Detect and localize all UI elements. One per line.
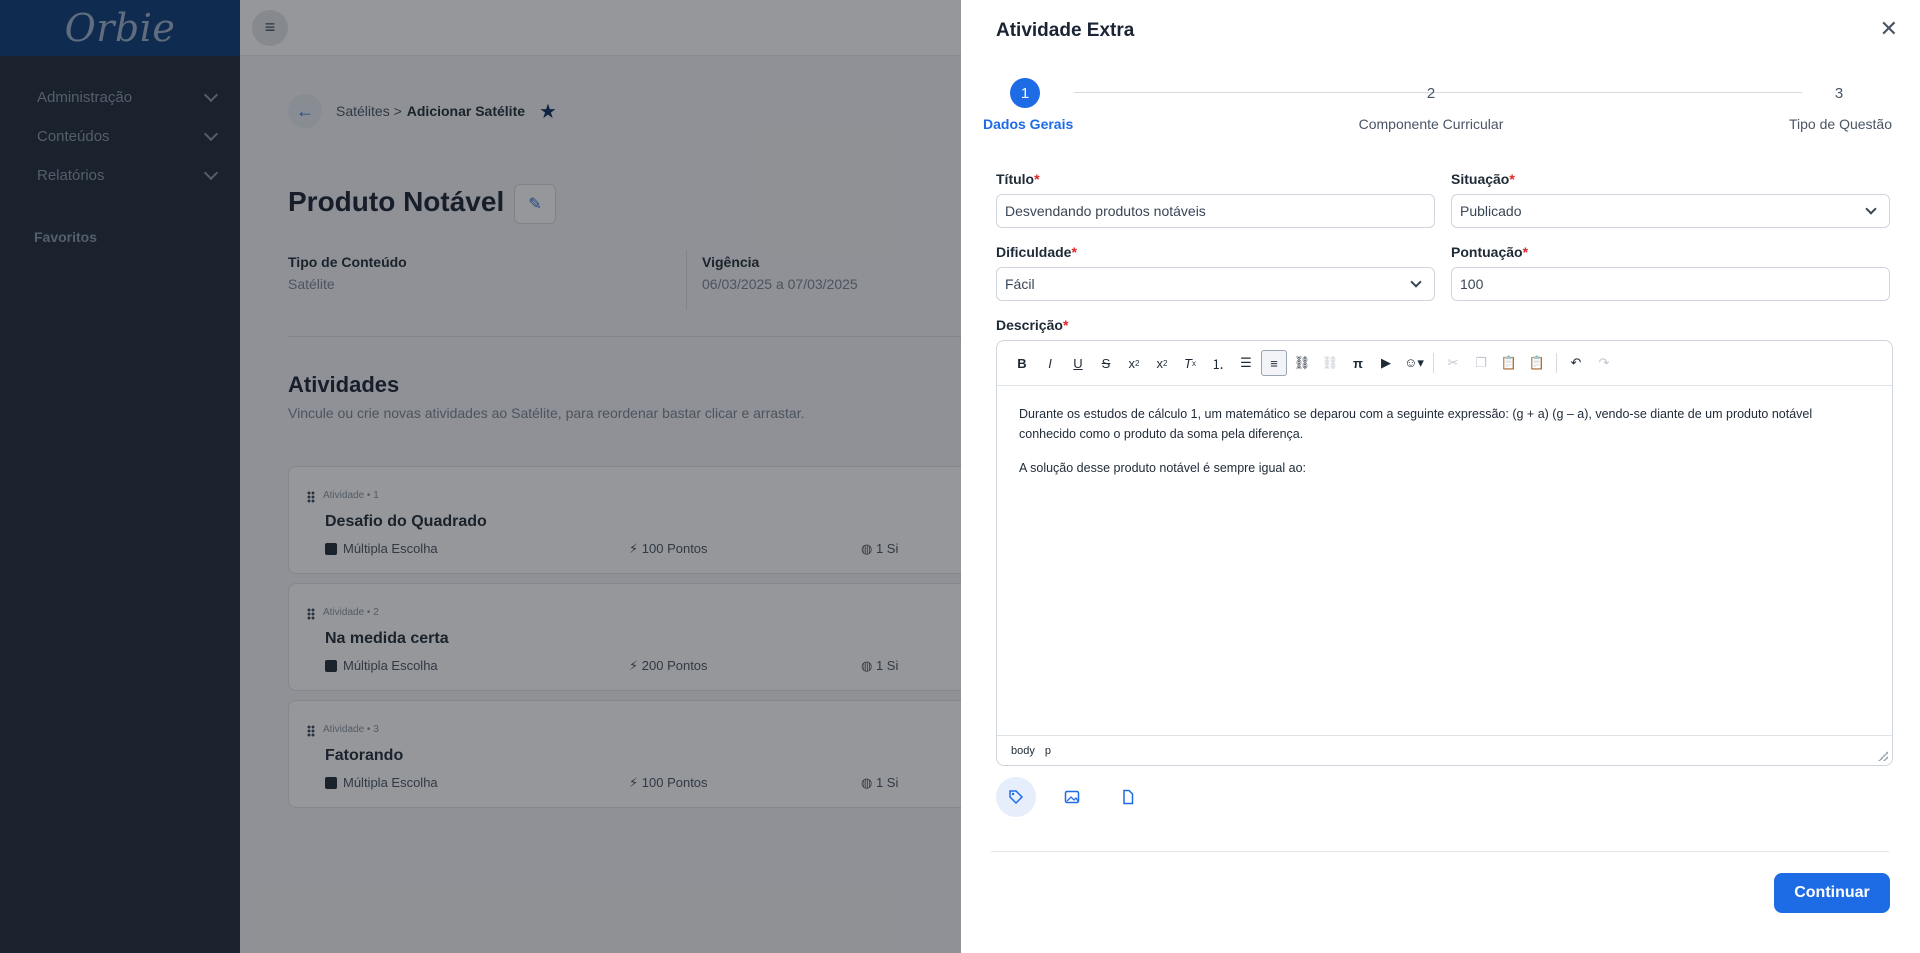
file-button[interactable] [1108, 777, 1148, 817]
cut-icon[interactable]: ✂ [1440, 350, 1466, 376]
editor-statusbar: body p [997, 735, 1892, 765]
unlink-icon[interactable]: ⛓ [1317, 350, 1343, 376]
editor-toolbar: B I U S x2 x2 Tx ⒈ ☰ ≡ ⛓ ⛓ π ▶ ☺▾ ✂ ❐ 📋 … [997, 341, 1892, 386]
difficulty-select-value: Fácil [1005, 276, 1035, 292]
score-input[interactable]: 100 [1451, 267, 1890, 301]
score-label-text: Pontuação [1451, 244, 1523, 260]
step-componente-curricular[interactable]: 2 Componente Curricular [1351, 78, 1511, 133]
step-number: 1 [1010, 78, 1040, 108]
resize-handle-icon[interactable] [1878, 751, 1888, 761]
step-tipo-de-questao[interactable]: 3 Tipo de Questão [1789, 78, 1892, 133]
video-icon[interactable]: ▶ [1373, 350, 1399, 376]
title-input-value: Desvendando produtos notáveis [1005, 203, 1206, 219]
emoji-icon[interactable]: ☺▾ [1401, 350, 1427, 376]
path-body[interactable]: body [1011, 745, 1035, 757]
path-p[interactable]: p [1045, 745, 1051, 757]
strikethrough-icon[interactable]: S [1093, 350, 1119, 376]
required-mark: * [1522, 244, 1529, 260]
image-button[interactable] [1052, 777, 1092, 817]
numbered-list-icon[interactable]: ⒈ [1205, 350, 1231, 376]
bold-icon[interactable]: B [1009, 350, 1035, 376]
step-number: 3 [1834, 84, 1844, 102]
math-formula-icon[interactable]: π [1345, 350, 1371, 376]
status-field-label: Situação* [1451, 171, 1515, 187]
required-mark: * [1062, 317, 1069, 333]
drawer-title: Atividade Extra [996, 20, 1135, 41]
superscript-icon[interactable]: x2 [1149, 350, 1175, 376]
file-icon [1123, 789, 1134, 805]
footer-divider [991, 851, 1889, 852]
title-field-label: Título* [996, 171, 1040, 187]
title-label-text: Título [996, 171, 1035, 187]
attachment-toolbar [996, 777, 1148, 817]
redo-icon[interactable]: ↷ [1591, 350, 1617, 376]
step-label: Tipo de Questão [1789, 116, 1892, 132]
toolbar-separator [1433, 353, 1434, 373]
clear-format-icon[interactable]: Tx [1177, 350, 1203, 376]
difficulty-label-text: Dificuldade [996, 244, 1072, 260]
activity-drawer: Atividade Extra ✕ 1 Dados Gerais 2 Compo… [961, 0, 1920, 953]
editor-content[interactable]: Durante os estudos de cálculo 1, um mate… [997, 386, 1892, 478]
editor-paragraph: A solução desse produto notável é sempre… [1019, 461, 1306, 475]
undo-icon[interactable]: ↶ [1563, 350, 1589, 376]
title-input[interactable]: Desvendando produtos notáveis [996, 194, 1435, 228]
editor-paragraph: Durante os estudos de cálculo 1, um mate… [1019, 407, 1813, 441]
required-mark: * [1509, 171, 1515, 187]
align-left-icon[interactable]: ≡ [1261, 350, 1287, 376]
rich-text-editor[interactable]: B I U S x2 x2 Tx ⒈ ☰ ≡ ⛓ ⛓ π ▶ ☺▾ ✂ ❐ 📋 … [996, 340, 1893, 766]
bullet-list-icon[interactable]: ☰ [1233, 350, 1259, 376]
required-mark: * [1071, 244, 1077, 260]
description-label-text: Descrição [996, 317, 1063, 333]
paste-text-icon[interactable]: 📋 [1524, 350, 1550, 376]
underline-icon[interactable]: U [1065, 350, 1091, 376]
toolbar-separator [1556, 353, 1557, 373]
score-input-value: 100 [1460, 276, 1484, 292]
link-icon[interactable]: ⛓ [1289, 350, 1315, 376]
paste-icon[interactable]: 📋 [1496, 350, 1522, 376]
score-field-label: Pontuação* [1451, 244, 1528, 260]
tag-icon [1009, 790, 1024, 805]
difficulty-select[interactable]: Fácil [996, 267, 1435, 301]
image-icon [1064, 790, 1080, 804]
close-icon[interactable]: ✕ [1880, 16, 1898, 42]
italic-icon[interactable]: I [1037, 350, 1063, 376]
copy-icon[interactable]: ❐ [1468, 350, 1494, 376]
continue-button[interactable]: Continuar [1774, 873, 1890, 913]
step-dados-gerais[interactable]: 1 Dados Gerais [983, 78, 1074, 132]
status-select[interactable]: Publicado [1451, 194, 1890, 228]
step-label: Componente Curricular [1358, 116, 1504, 132]
status-label-text: Situação [1451, 171, 1510, 187]
tag-button[interactable] [996, 777, 1036, 817]
status-select-value: Publicado [1460, 203, 1522, 219]
chevron-down-icon [1410, 276, 1422, 288]
description-field-label: Descrição* [996, 317, 1068, 333]
chevron-down-icon [1865, 203, 1877, 215]
required-mark: * [1034, 171, 1040, 187]
step-number: 2 [1426, 84, 1436, 102]
subscript-icon[interactable]: x2 [1121, 350, 1147, 376]
difficulty-field-label: Dificuldade* [996, 244, 1077, 260]
step-label: Dados Gerais [983, 116, 1074, 132]
